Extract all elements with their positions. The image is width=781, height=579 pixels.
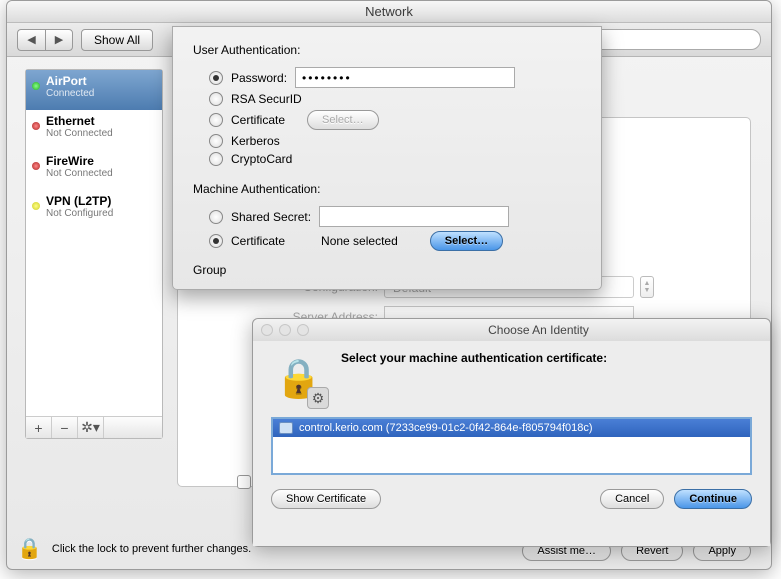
gear-icon: ⚙	[307, 387, 329, 409]
password-input[interactable]	[295, 67, 515, 88]
sidebar-item-status: Not Connected	[46, 168, 154, 179]
status-dot-icon	[32, 162, 40, 170]
sidebar-item-label: VPN (L2TP)	[46, 194, 154, 208]
radio-icon	[209, 134, 223, 148]
choose-identity-window: Choose An Identity 🔒 ⚙ Select your machi…	[252, 318, 771, 547]
certificate-icon	[279, 422, 293, 434]
radio-icon	[209, 210, 223, 224]
identity-header: 🔒 ⚙ Select your machine authentication c…	[271, 351, 752, 407]
status-dot-icon	[32, 82, 40, 90]
user-auth-kerberos-row[interactable]: Kerberos	[209, 134, 581, 148]
sidebar-item-vpn[interactable]: VPN (L2TP) Not Configured	[26, 190, 162, 230]
user-auth-cert-row[interactable]: Certificate Select…	[209, 110, 581, 130]
identity-window-title: Choose An Identity	[315, 323, 762, 337]
lock-icon[interactable]: 🔒	[17, 536, 42, 561]
radio-icon	[209, 71, 223, 85]
sidebar-item-ethernet[interactable]: Ethernet Not Connected	[26, 110, 162, 150]
chevron-right-icon: ▶	[55, 33, 63, 46]
identity-body: 🔒 ⚙ Select your machine authentication c…	[253, 341, 770, 546]
user-auth-crypto-row[interactable]: CryptoCard	[209, 152, 581, 166]
sidebar-item-status: Not Configured	[46, 208, 154, 219]
back-button[interactable]: ◀	[17, 29, 45, 51]
machine-cert-select-button[interactable]: Select…	[430, 231, 503, 251]
sidebar-item-label: AirPort	[46, 74, 154, 88]
identity-heading: Select your machine authentication certi…	[341, 351, 607, 365]
radio-icon	[209, 152, 223, 166]
radio-icon	[209, 92, 223, 106]
shared-secret-input[interactable]	[319, 206, 509, 227]
sidebar-item-firewire[interactable]: FireWire Not Connected	[26, 150, 162, 190]
cert-label: Certificate	[231, 113, 285, 127]
user-cert-select-button[interactable]: Select…	[307, 110, 379, 130]
user-auth-password-row[interactable]: Password:	[209, 67, 581, 88]
radio-icon	[209, 234, 223, 248]
kerberos-label: Kerberos	[231, 134, 280, 148]
status-dot-icon	[32, 202, 40, 210]
identity-item-label: control.kerio.com (7233ce99-01c2-0f42-86…	[299, 422, 593, 434]
add-interface-button[interactable]: +	[26, 417, 52, 438]
show-certificate-button[interactable]: Show Certificate	[271, 489, 381, 509]
machine-auth-cert-row[interactable]: Certificate None selected Select…	[209, 231, 581, 251]
window-title: Network	[7, 1, 771, 23]
user-auth-title: User Authentication:	[193, 43, 581, 57]
machine-cert-status: None selected	[321, 234, 398, 248]
status-dot-icon	[32, 122, 40, 130]
show-all-button[interactable]: Show All	[81, 29, 153, 51]
close-traffic-light[interactable]	[261, 324, 273, 336]
identity-titlebar: Choose An Identity	[253, 319, 770, 341]
interfaces-sidebar: AirPort Connected Ethernet Not Connected…	[25, 69, 163, 439]
minimize-traffic-light[interactable]	[279, 324, 291, 336]
lock-cert-icon: 🔒 ⚙	[271, 351, 327, 407]
sidebar-item-label: FireWire	[46, 154, 154, 168]
machine-auth-title: Machine Authentication:	[193, 182, 581, 196]
sidebar-footer: + − ✲▾	[26, 416, 162, 438]
identity-buttons: Show Certificate Cancel Continue	[271, 489, 752, 509]
chevron-left-icon: ◀	[27, 33, 35, 46]
crypto-label: CryptoCard	[231, 152, 292, 166]
machine-cert-label: Certificate	[231, 234, 285, 248]
forward-button[interactable]: ▶	[45, 29, 73, 51]
auth-settings-sheet: User Authentication: Password: RSA Secur…	[172, 26, 602, 290]
lock-hint-text: Click the lock to prevent further change…	[52, 543, 251, 555]
sidebar-item-status: Connected	[46, 88, 154, 99]
group-name-label: Group	[193, 263, 581, 277]
sidebar-item-airport[interactable]: AirPort Connected	[26, 70, 162, 110]
remove-interface-button[interactable]: −	[52, 417, 78, 438]
identity-list-item[interactable]: control.kerio.com (7233ce99-01c2-0f42-86…	[273, 419, 750, 437]
config-stepper[interactable]: ▲▼	[640, 276, 654, 298]
password-label: Password:	[231, 71, 287, 85]
nav-segmented: ◀ ▶	[17, 29, 73, 51]
sidebar-item-label: Ethernet	[46, 114, 154, 128]
machine-auth-shared-row[interactable]: Shared Secret:	[209, 206, 581, 227]
zoom-traffic-light[interactable]	[297, 324, 309, 336]
shared-secret-label: Shared Secret:	[231, 210, 311, 224]
show-status-checkbox[interactable]	[237, 475, 251, 489]
continue-button[interactable]: Continue	[674, 489, 752, 509]
rsa-label: RSA SecurID	[231, 92, 302, 106]
radio-icon	[209, 113, 223, 127]
interface-actions-button[interactable]: ✲▾	[78, 417, 104, 438]
identity-list[interactable]: control.kerio.com (7233ce99-01c2-0f42-86…	[271, 417, 752, 475]
cancel-button[interactable]: Cancel	[600, 489, 664, 509]
user-auth-rsa-row[interactable]: RSA SecurID	[209, 92, 581, 106]
sidebar-item-status: Not Connected	[46, 128, 154, 139]
